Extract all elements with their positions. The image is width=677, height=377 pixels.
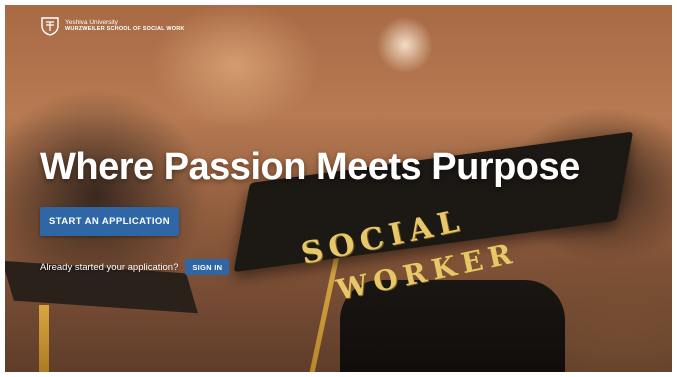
school-name: WURZWEILER SCHOOL OF SOCIAL WORK [65,25,185,32]
shield-icon [41,17,59,36]
already-started-text: Already started your application? [40,261,179,273]
sign-in-button[interactable]: SIGN IN [185,259,230,275]
logo-wordmark: Yeshiva University WURZWEILER SCHOOL OF … [65,19,185,33]
start-application-button[interactable]: START AN APPLICATION [40,207,179,236]
school-logo[interactable]: Yeshiva University WURZWEILER SCHOOL OF … [40,16,185,36]
background-tassel [39,305,49,372]
page-headline: Where Passion Meets Purpose [40,146,580,188]
sign-in-row: Already started your application? SIGN I… [40,259,230,275]
